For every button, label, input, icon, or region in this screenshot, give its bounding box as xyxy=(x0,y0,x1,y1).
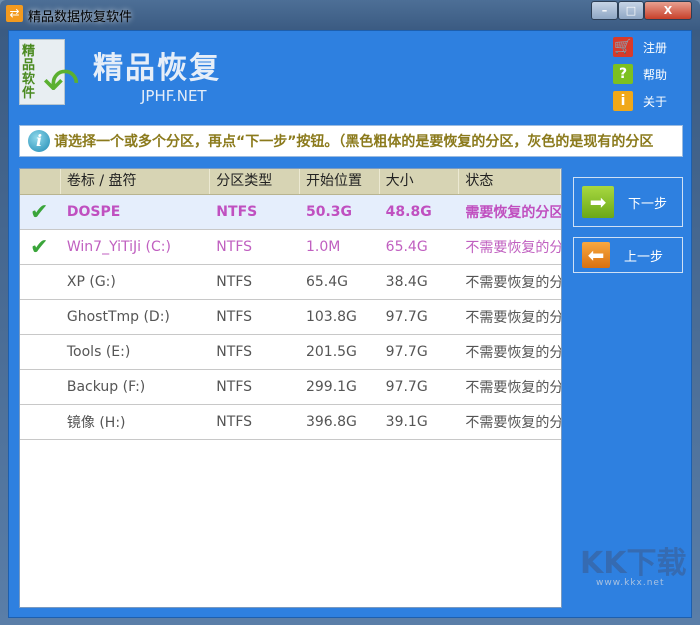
cell-size: 97.7G xyxy=(385,309,428,325)
cell-size: 97.7G xyxy=(385,379,428,395)
cell-size: 48.8G xyxy=(385,204,432,220)
cell-start: 1.0M xyxy=(305,239,341,255)
cell-type: NTFS xyxy=(216,204,258,220)
cell-type: NTFS xyxy=(216,274,253,290)
info-text: 请选择一个或多个分区，再点“下一步”按钮。（黑色粗体的是要恢复的分区，灰色的是现… xyxy=(54,134,654,150)
cell-status: 不需要恢复的分区 xyxy=(465,415,561,431)
table-row[interactable]: XP (G:) NTFS 65.4G 38.4G 不需要恢复的分区 xyxy=(20,265,561,300)
watermark-url: www.kkx.net xyxy=(596,578,665,588)
link-label: 注册 xyxy=(643,40,668,55)
cell-start: 299.1G xyxy=(305,379,357,395)
cell-status: 不需要恢复的分区 xyxy=(465,310,561,326)
cell-status: 需要恢复的分区 xyxy=(465,205,561,221)
help-icon: ? xyxy=(613,64,633,84)
maximize-button[interactable]: □ xyxy=(618,1,644,20)
minimize-button[interactable]: – xyxy=(591,1,618,20)
window-title: 精品数据恢复软件 xyxy=(28,10,133,25)
arrow-left-icon: ⬅ xyxy=(582,242,610,268)
info-icon: i xyxy=(28,130,50,152)
cell-name: Win7_YiTiJi (C:) xyxy=(66,239,171,255)
cell-size: 65.4G xyxy=(385,239,428,255)
cell-start: 50.3G xyxy=(305,204,353,220)
column-header[interactable] xyxy=(20,169,61,194)
app-window: ⇄ 精品数据恢复软件 – □ X 精品软件 ↶ 精品恢复 JPHF.NET 🛒 注… xyxy=(0,0,700,625)
cell-type: NTFS xyxy=(216,414,253,430)
cell-start: 103.8G xyxy=(305,309,357,325)
cell-type: NTFS xyxy=(216,379,253,395)
table-row[interactable]: Backup (F:) NTFS 299.1G 97.7G 不需要恢复的分区 xyxy=(20,370,561,405)
checkbox[interactable]: ✔ xyxy=(20,200,61,225)
column-header[interactable]: 状态 xyxy=(459,169,561,194)
prev-label: 上一步 xyxy=(624,249,664,265)
next-button[interactable]: ➡ 下一步 xyxy=(573,177,683,227)
link-label: 帮助 xyxy=(643,67,668,82)
column-header[interactable]: 大小 xyxy=(380,169,460,194)
table-row[interactable]: ✔ Win7_YiTiJi (C:) NTFS 1.0M 65.4G 不需要恢复的分区 xyxy=(20,230,561,265)
checkmark-icon: ✔ xyxy=(30,199,49,225)
cell-start: 65.4G xyxy=(305,274,348,290)
logo: 精品软件 ↶ xyxy=(19,39,83,109)
cell-start: 201.5G xyxy=(305,344,357,360)
next-label: 下一步 xyxy=(628,196,668,212)
cell-name: DOSPE xyxy=(66,204,121,220)
brand-title: 精品恢复 xyxy=(93,51,221,86)
cell-size: 97.7G xyxy=(385,344,428,360)
cell-type: NTFS xyxy=(216,309,253,325)
partition-table: 卷标 / 盘符 分区类型 开始位置 大小 状态 ✔ DOSPE NTFS 50.3G 48.8G… xyxy=(19,168,562,608)
cell-name: XP (G:) xyxy=(66,274,116,290)
table-row[interactable]: Tools (E:) NTFS 201.5G 97.7G 不需要恢复的分区 xyxy=(20,335,561,370)
checkmark-icon: ✔ xyxy=(30,234,49,260)
cell-name: 镜像 (H:) xyxy=(66,415,126,431)
cell-start: 396.8G xyxy=(305,414,357,430)
cell-size: 39.1G xyxy=(385,414,428,430)
cart-icon: 🛒 xyxy=(613,37,633,57)
checkbox[interactable]: ✔ xyxy=(20,235,61,260)
link-cart[interactable]: 🛒 注册 xyxy=(613,37,667,57)
cell-type: NTFS xyxy=(216,344,253,360)
info-bar: i 请选择一个或多个分区，再点“下一步”按钮。（黑色粗体的是要恢复的分区，灰色的… xyxy=(19,125,683,157)
table-row[interactable]: ✔ DOSPE NTFS 50.3G 48.8G 需要恢复的分区 xyxy=(20,195,561,230)
cell-name: Backup (F:) xyxy=(66,379,146,395)
prev-button[interactable]: ⬅ 上一步 xyxy=(573,237,683,273)
cell-status: 不需要恢复的分区 xyxy=(465,345,561,361)
client-area: 精品软件 ↶ 精品恢复 JPHF.NET 🛒 注册? 帮助 i 关于 i 请选择一个或多… xyxy=(8,30,692,618)
cell-size: 38.4G xyxy=(385,274,428,290)
close-button[interactable]: X xyxy=(644,1,692,20)
column-header[interactable]: 开始位置 xyxy=(300,169,380,194)
cell-status: 不需要恢复的分区 xyxy=(465,240,561,256)
link-info[interactable]: i 关于 xyxy=(613,91,667,111)
app-icon: ⇄ xyxy=(6,5,23,22)
cell-name: GhostTmp (D:) xyxy=(66,309,170,325)
table-row[interactable]: GhostTmp (D:) NTFS 103.8G 97.7G 不需要恢复的分区 xyxy=(20,300,561,335)
brand-url: JPHF.NET xyxy=(141,87,207,105)
table-header: 卷标 / 盘符 分区类型 开始位置 大小 状态 xyxy=(20,169,561,195)
cell-status: 不需要恢复的分区 xyxy=(465,275,561,291)
cell-status: 不需要恢复的分区 xyxy=(465,380,561,396)
cell-type: NTFS xyxy=(216,239,253,255)
cell-name: Tools (E:) xyxy=(66,344,131,360)
column-header[interactable]: 卷标 / 盘符 xyxy=(61,169,211,194)
title-bar[interactable]: ⇄ 精品数据恢复软件 – □ X xyxy=(0,0,700,28)
link-help[interactable]: ? 帮助 xyxy=(613,64,667,84)
link-label: 关于 xyxy=(643,94,668,109)
column-header[interactable]: 分区类型 xyxy=(210,169,300,194)
watermark-logo: KK下载 xyxy=(580,546,687,581)
arrow-right-icon: ➡ xyxy=(582,186,614,218)
info-icon: i xyxy=(613,91,633,111)
table-row[interactable]: 镜像 (H:) NTFS 396.8G 39.1G 不需要恢复的分区 xyxy=(20,405,561,440)
